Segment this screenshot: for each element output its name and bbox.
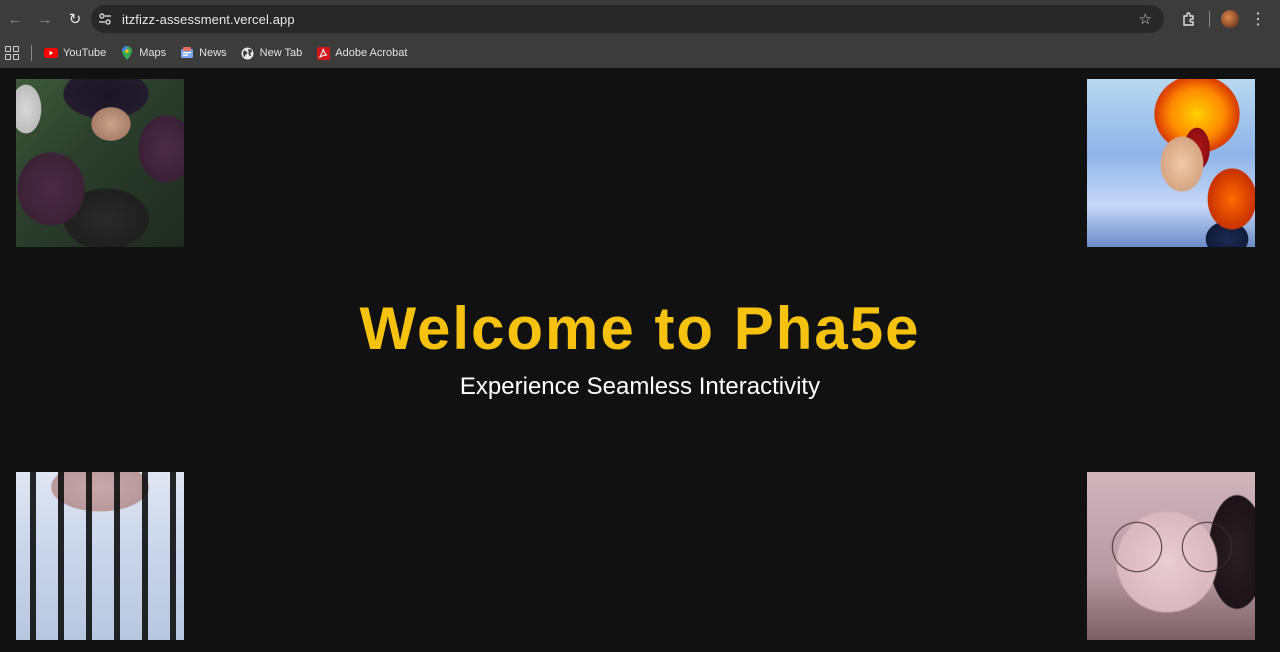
maps-icon bbox=[120, 46, 134, 60]
arrow-left-icon: ← bbox=[7, 10, 23, 28]
browser-chrome: ← → ↻ itzfizz-assessment.vercel.app ☆ ⋮ … bbox=[0, 0, 1280, 68]
toolbar-divider bbox=[1209, 11, 1210, 27]
anime-image-bottom-right bbox=[1087, 472, 1255, 640]
reload-button[interactable]: ↻ bbox=[60, 4, 90, 34]
puzzle-icon bbox=[1183, 12, 1194, 26]
bookmark-news[interactable]: News bbox=[180, 46, 227, 60]
profile-button[interactable] bbox=[1216, 5, 1244, 33]
acrobat-icon bbox=[316, 46, 330, 60]
extensions-button[interactable] bbox=[1175, 5, 1203, 33]
apps-grid-icon[interactable] bbox=[5, 46, 19, 60]
globe-icon bbox=[241, 46, 255, 60]
bookmark-youtube[interactable]: YouTube bbox=[44, 46, 106, 60]
site-info-icon[interactable] bbox=[94, 8, 116, 30]
bookmark-label: News bbox=[199, 47, 227, 59]
bookmarks-divider bbox=[31, 45, 32, 61]
address-bar[interactable]: itzfizz-assessment.vercel.app ☆ bbox=[91, 5, 1164, 33]
menu-button[interactable]: ⋮ bbox=[1244, 5, 1272, 33]
bookmark-star-icon[interactable]: ☆ bbox=[1139, 10, 1152, 28]
hero-title: Welcome to Pha5e bbox=[359, 295, 921, 362]
page-content: Welcome to Pha5e Experience Seamless Int… bbox=[0, 68, 1280, 652]
bookmark-label: New Tab bbox=[259, 47, 303, 59]
kebab-menu-icon: ⋮ bbox=[1250, 11, 1266, 28]
arrow-right-icon: → bbox=[37, 10, 53, 28]
bookmarks-bar: YouTube Maps News New Tab Adobe Acrobat bbox=[0, 38, 1280, 68]
bookmark-new-tab[interactable]: New Tab bbox=[241, 46, 303, 60]
avatar bbox=[1221, 10, 1239, 28]
bookmark-label: YouTube bbox=[63, 47, 107, 59]
forward-button[interactable]: → bbox=[30, 4, 60, 34]
anime-image-top-left bbox=[16, 79, 184, 247]
bookmark-maps[interactable]: Maps bbox=[120, 46, 166, 60]
browser-toolbar: ← → ↻ itzfizz-assessment.vercel.app ☆ ⋮ bbox=[0, 0, 1280, 38]
url-text[interactable]: itzfizz-assessment.vercel.app bbox=[122, 12, 295, 27]
youtube-icon bbox=[44, 46, 58, 60]
swords-image-bottom-left bbox=[16, 472, 184, 640]
bookmark-label: Adobe Acrobat bbox=[335, 47, 408, 59]
bookmark-label: Maps bbox=[139, 47, 167, 59]
toolbar-actions: ⋮ bbox=[1175, 5, 1272, 33]
reload-icon: ↻ bbox=[68, 11, 82, 28]
news-icon bbox=[180, 46, 194, 60]
back-button[interactable]: ← bbox=[0, 4, 30, 34]
bookmark-adobe-acrobat[interactable]: Adobe Acrobat bbox=[316, 46, 407, 60]
anime-image-top-right bbox=[1087, 79, 1255, 247]
hero-subtitle: Experience Seamless Interactivity bbox=[459, 373, 821, 400]
